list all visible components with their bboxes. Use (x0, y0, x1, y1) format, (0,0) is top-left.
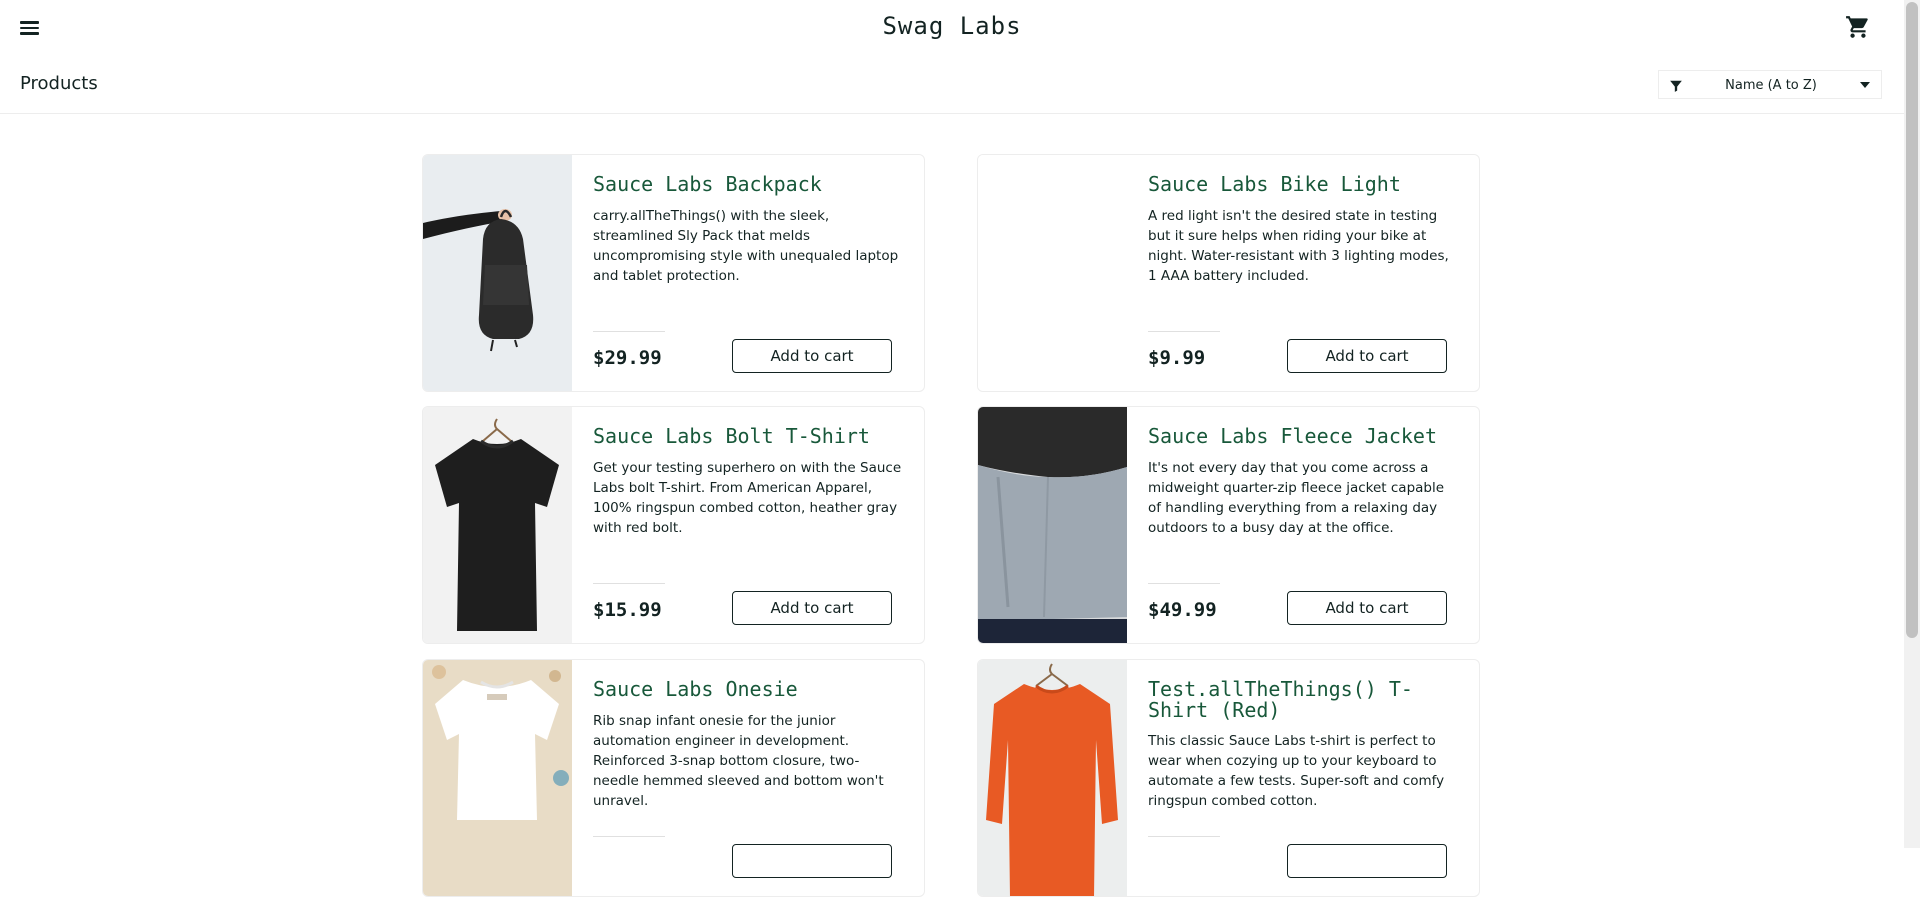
product-image-fleece-jacket[interactable] (978, 407, 1127, 643)
product-name[interactable]: Sauce Labs Bolt T-Shirt (593, 426, 903, 447)
shopping-cart-icon[interactable] (1845, 14, 1873, 42)
product-name[interactable]: Sauce Labs Bike Light (1148, 174, 1458, 195)
product-image-red-tshirt[interactable] (978, 660, 1127, 896)
product-description: It's not every day that you come across … (1148, 460, 1445, 536)
product-description: Get your testing superhero on with the S… (593, 460, 902, 536)
product-image-backpack[interactable] (423, 155, 572, 391)
inventory-item: Test.allTheThings() T-Shirt (Red) This c… (977, 659, 1480, 897)
secondary-header: Products Name (A to Z) (0, 57, 1904, 114)
product-image-onesie[interactable] (423, 660, 572, 896)
divider (1148, 836, 1220, 837)
divider (1148, 331, 1220, 332)
divider (593, 583, 665, 584)
inventory-item: Sauce Labs Fleece Jacket It's not every … (977, 406, 1480, 644)
app-header: Swag Labs (0, 0, 1904, 58)
scrollbar-thumb[interactable] (1906, 2, 1918, 638)
divider (593, 836, 665, 837)
product-image-bolt-tshirt[interactable] (423, 407, 572, 643)
product-name[interactable]: Sauce Labs Onesie (593, 679, 903, 700)
add-to-cart-button[interactable]: Add to cart (732, 591, 892, 625)
product-image-bike-light[interactable] (978, 155, 1127, 391)
divider (593, 331, 665, 332)
inventory-item: Sauce Labs Onesie Rib snap infant onesie… (422, 659, 925, 897)
product-price: $29.99 (593, 347, 662, 369)
product-name[interactable]: Test.allTheThings() T-Shirt (Red) (1148, 679, 1458, 721)
product-price: $15.99 (593, 599, 662, 621)
product-description: carry.allTheThings() with the sleek, str… (593, 208, 899, 284)
add-to-cart-button[interactable]: Add to cart (1287, 339, 1447, 373)
product-name[interactable]: Sauce Labs Backpack (593, 174, 903, 195)
add-to-cart-button[interactable] (1287, 844, 1447, 878)
app-logo: Swag Labs (882, 12, 1022, 40)
product-price: $49.99 (1148, 599, 1217, 621)
divider (1148, 583, 1220, 584)
product-description: This classic Sauce Labs t-shirt is perfe… (1148, 733, 1445, 809)
sort-select[interactable]: Name (A to Z) (1658, 70, 1882, 99)
inventory-item: Sauce Labs Bike Light A red light isn't … (977, 154, 1480, 392)
product-description: Rib snap infant onesie for the junior au… (593, 713, 884, 809)
page-title: Products (20, 73, 98, 94)
add-to-cart-button[interactable]: Add to cart (1287, 591, 1447, 625)
add-to-cart-button[interactable]: Add to cart (732, 339, 892, 373)
chevron-down-icon (1860, 82, 1870, 88)
add-to-cart-button[interactable] (732, 844, 892, 878)
inventory-item: Sauce Labs Backpack carry.allTheThings()… (422, 154, 925, 392)
sort-selected-value: Name (A to Z) (1725, 78, 1817, 93)
product-description: A red light isn't the desired state in t… (1148, 208, 1449, 284)
product-price: $9.99 (1148, 347, 1206, 369)
product-name[interactable]: Sauce Labs Fleece Jacket (1148, 426, 1458, 447)
inventory-item: Sauce Labs Bolt T-Shirt Get your testing… (422, 406, 925, 644)
